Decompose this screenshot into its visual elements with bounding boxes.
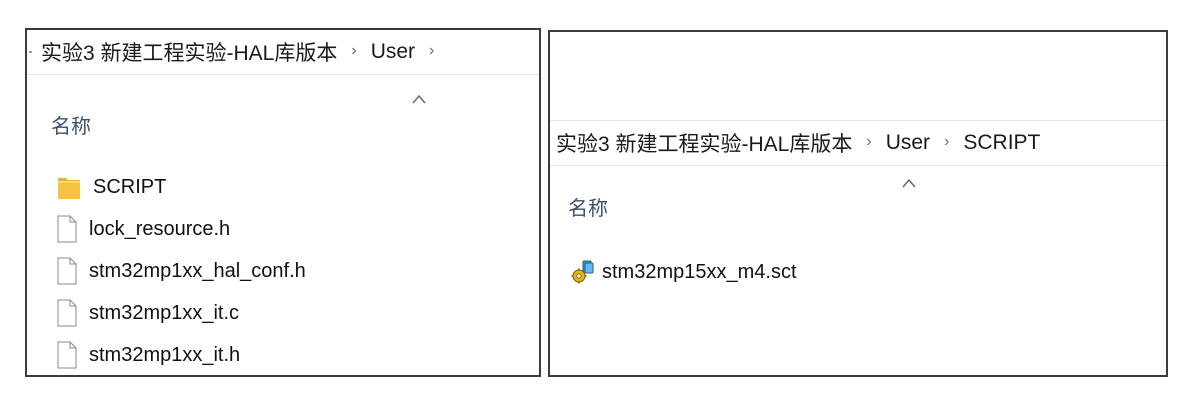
breadcrumb-item-script[interactable]: SCRIPT [963, 131, 1040, 155]
sort-ascending-icon[interactable] [902, 178, 916, 188]
breadcrumb-item-project[interactable]: 实验3 新建工程实验-HAL库版本 [556, 128, 852, 158]
breadcrumb-separator-icon[interactable]: › [429, 42, 434, 60]
breadcrumb-item-project[interactable]: 实验3 新建工程实验-HAL库版本 [41, 37, 337, 67]
list-item-file[interactable]: lock_resource.h [27, 208, 539, 250]
file-list: stm32mp15xx_m4.sct [550, 251, 1166, 293]
address-breadcrumb[interactable]: 实验3 新建工程实验-HAL库版本 › User › [27, 30, 539, 75]
list-item-folder[interactable]: SCRIPT [27, 166, 539, 208]
file-name: stm32mp15xx_m4.sct [602, 260, 797, 283]
list-item-file[interactable]: stm32mp1xx_hal_conf.h [27, 250, 539, 292]
scatter-file-icon [571, 260, 594, 284]
breadcrumb-separator-icon[interactable]: › [866, 133, 871, 151]
file-name: stm32mp1xx_it.h [89, 343, 241, 366]
address-breadcrumb[interactable]: 实验3 新建工程实验-HAL库版本 › User › SCRIPT [550, 120, 1166, 166]
file-list: SCRIPT lock_resource.h stm32mp1xx_hal_co… [27, 166, 539, 375]
breadcrumb-item-user[interactable]: User [371, 40, 415, 64]
overflow-marker [29, 51, 32, 53]
breadcrumb-item-user[interactable]: User [886, 131, 930, 155]
list-item-file[interactable]: stm32mp1xx_it.c [27, 292, 539, 334]
column-header-name[interactable]: 名称 [568, 192, 608, 221]
right-explorer-window: 实验3 新建工程实验-HAL库版本 › User › SCRIPT 名称 stm [548, 30, 1168, 377]
list-item-file[interactable]: stm32mp1xx_it.h [27, 334, 539, 375]
file-icon [57, 257, 77, 285]
file-icon [57, 299, 77, 327]
list-item-file[interactable]: stm32mp15xx_m4.sct [550, 251, 1166, 293]
left-explorer-window: 实验3 新建工程实验-HAL库版本 › User › 名称 SCRIPT loc… [25, 28, 541, 377]
sort-ascending-icon[interactable] [412, 94, 426, 104]
file-name: stm32mp1xx_it.c [89, 301, 240, 324]
breadcrumb-separator-icon[interactable]: › [944, 133, 949, 151]
file-name: SCRIPT [93, 175, 167, 198]
breadcrumb-separator-icon[interactable]: › [351, 42, 356, 60]
file-icon [57, 215, 77, 243]
file-name: lock_resource.h [89, 217, 231, 240]
column-header-name[interactable]: 名称 [51, 110, 91, 139]
file-name: stm32mp1xx_hal_conf.h [89, 259, 306, 282]
file-icon [57, 341, 77, 369]
folder-icon [58, 178, 80, 199]
